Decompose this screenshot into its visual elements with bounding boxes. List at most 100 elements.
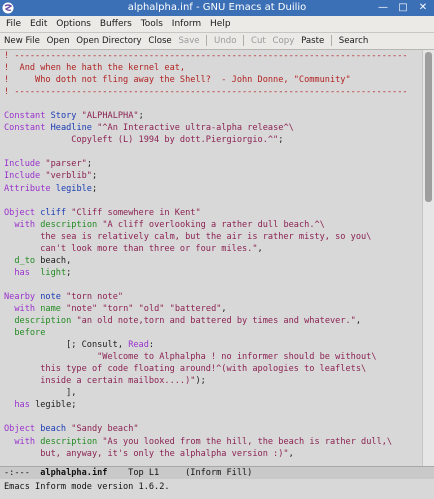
- menu-options[interactable]: Options: [56, 16, 91, 32]
- code-line[interactable]: but, anyway, it's only the alphalpha ver…: [4, 448, 422, 460]
- code-line[interactable]: with description "A cliff overlooking a …: [4, 219, 422, 231]
- code-token: ;: [86, 159, 92, 170]
- code-line[interactable]: Include "verblib";: [4, 170, 422, 182]
- code-line[interactable]: Constant Headline "^An Interactive ultra…: [4, 122, 422, 134]
- code-token: Constant: [4, 111, 46, 122]
- code-token: "parser": [45, 159, 87, 170]
- code-token: "Welcome to Alphalpha ! no informer shou…: [4, 352, 377, 363]
- code-token: ,: [355, 316, 362, 327]
- code-line[interactable]: Constant Story "ALPHALPHA";: [4, 110, 422, 122]
- open-button[interactable]: Open: [47, 33, 70, 49]
- toolbar-separator: [331, 35, 333, 46]
- code-line[interactable]: [4, 195, 422, 207]
- code-token: before: [14, 328, 46, 339]
- menu-help[interactable]: Help: [210, 16, 231, 32]
- code-token: d_to: [14, 255, 36, 266]
- source-code[interactable]: ! --------------------------------------…: [0, 50, 422, 460]
- undo-button[interactable]: Undo: [214, 33, 236, 49]
- code-line[interactable]: has light;: [4, 267, 422, 279]
- code-line[interactable]: Object beach "Sandy beach": [4, 423, 422, 435]
- cut-button[interactable]: Cut: [251, 33, 266, 49]
- scrollbar-thumb[interactable]: [425, 52, 432, 202]
- code-line[interactable]: [4, 146, 422, 158]
- code-token: but, anyway, it's only the alphalpha ver…: [4, 448, 289, 459]
- code-token: Attribute: [4, 183, 51, 194]
- code-token: :: [148, 340, 155, 351]
- code-token: ,: [221, 303, 227, 314]
- code-line[interactable]: can't look more than three or four miles…: [4, 243, 422, 255]
- save-button[interactable]: Save: [178, 33, 199, 49]
- code-token: name: [40, 303, 61, 314]
- code-token: ,: [257, 243, 263, 254]
- code-line[interactable]: this type of code floating around!^(with…: [4, 363, 422, 375]
- code-token: legible: [55, 183, 92, 194]
- paste-button[interactable]: Paste: [301, 33, 324, 49]
- code-token: Include: [4, 171, 41, 182]
- code-token: ! Who doth not fling away the Shell? - J…: [4, 75, 351, 86]
- code-token: has: [14, 267, 30, 278]
- close-button[interactable]: Close: [148, 33, 171, 49]
- code-line[interactable]: ! --------------------------------------…: [4, 86, 422, 98]
- code-line[interactable]: ],: [4, 387, 422, 399]
- code-token: description: [14, 316, 72, 327]
- menu-inform[interactable]: Inform: [172, 16, 201, 32]
- code-line[interactable]: ! --------------------------------------…: [4, 50, 422, 62]
- code-line[interactable]: [4, 98, 422, 110]
- code-line[interactable]: Nearby note "torn note": [4, 291, 422, 303]
- open-directory-button[interactable]: Open Directory: [76, 33, 141, 49]
- close-icon[interactable]: ✕: [416, 1, 430, 15]
- code-token: cliff: [40, 207, 67, 218]
- code-token: Story: [50, 111, 77, 122]
- code-token: ,: [288, 448, 294, 459]
- vertical-scrollbar[interactable]: [422, 50, 434, 466]
- menu-tools[interactable]: Tools: [141, 16, 163, 32]
- menu-buffers[interactable]: Buffers: [100, 16, 132, 32]
- code-token: Constant: [4, 123, 46, 134]
- maximize-icon[interactable]: □: [396, 1, 410, 15]
- code-line[interactable]: with name "note" "torn" "old" "battered"…: [4, 303, 422, 315]
- code-line[interactable]: ! And when he hath the kernel eat,: [4, 62, 422, 74]
- code-line[interactable]: [; Consult, Read:: [4, 339, 422, 351]
- code-token: note: [40, 291, 61, 302]
- minimize-icon[interactable]: —: [376, 1, 390, 15]
- code-token: ;: [91, 183, 98, 194]
- modeline-buffer-name[interactable]: alphalpha.inf: [40, 468, 107, 478]
- code-line[interactable]: has legible;: [4, 399, 422, 411]
- search-button[interactable]: Search: [339, 33, 369, 49]
- code-line[interactable]: "Welcome to Alphalpha ! no informer shou…: [4, 351, 422, 363]
- menu-edit[interactable]: Edit: [30, 16, 47, 32]
- code-line[interactable]: description "an old note,torn and batter…: [4, 315, 422, 327]
- code-token: "As you looked from the hill, the beach …: [102, 436, 393, 447]
- copy-button[interactable]: Copy: [273, 33, 295, 49]
- code-token: legible;: [29, 400, 77, 411]
- new-file-button[interactable]: New File: [4, 33, 40, 49]
- code-line[interactable]: Attribute legible;: [4, 183, 422, 195]
- code-line[interactable]: the sea is relatively calm, but the air …: [4, 231, 422, 243]
- code-line[interactable]: inside a certain mailbox....)");: [4, 375, 422, 387]
- code-line[interactable]: [4, 411, 422, 423]
- code-line[interactable]: ! Who doth not fling away the Shell? - J…: [4, 74, 422, 86]
- code-token: "Sandy beach": [71, 424, 139, 435]
- modeline-mode[interactable]: (Inform Fill): [185, 468, 252, 478]
- code-token: the sea is relatively calm, but the air …: [4, 231, 372, 242]
- code-line[interactable]: Copyleft (L) 1994 by dott.Piergiorgio.^"…: [4, 134, 422, 146]
- code-line[interactable]: d_to beach,: [4, 255, 422, 267]
- code-line[interactable]: Object cliff "Cliff somewhere in Kent": [4, 207, 422, 219]
- code-token: "torn note": [66, 291, 124, 302]
- code-token: Include: [4, 159, 41, 170]
- code-token: "torn": [102, 303, 134, 314]
- code-line[interactable]: before: [4, 327, 422, 339]
- code-token: "an old note,torn and battered by times …: [76, 316, 356, 327]
- code-line[interactable]: with description "As you looked from the…: [4, 436, 422, 448]
- code-line[interactable]: [4, 279, 422, 291]
- code-token: ! And when he hath the kernel eat,: [4, 63, 186, 74]
- code-token: ],: [4, 388, 77, 399]
- editor-buffer[interactable]: ! --------------------------------------…: [0, 50, 422, 466]
- code-line[interactable]: Include "parser";: [4, 158, 422, 170]
- code-token: [; Consult,: [4, 340, 129, 351]
- modeline-status: -:---: [4, 468, 41, 478]
- menu-file[interactable]: File: [6, 16, 21, 32]
